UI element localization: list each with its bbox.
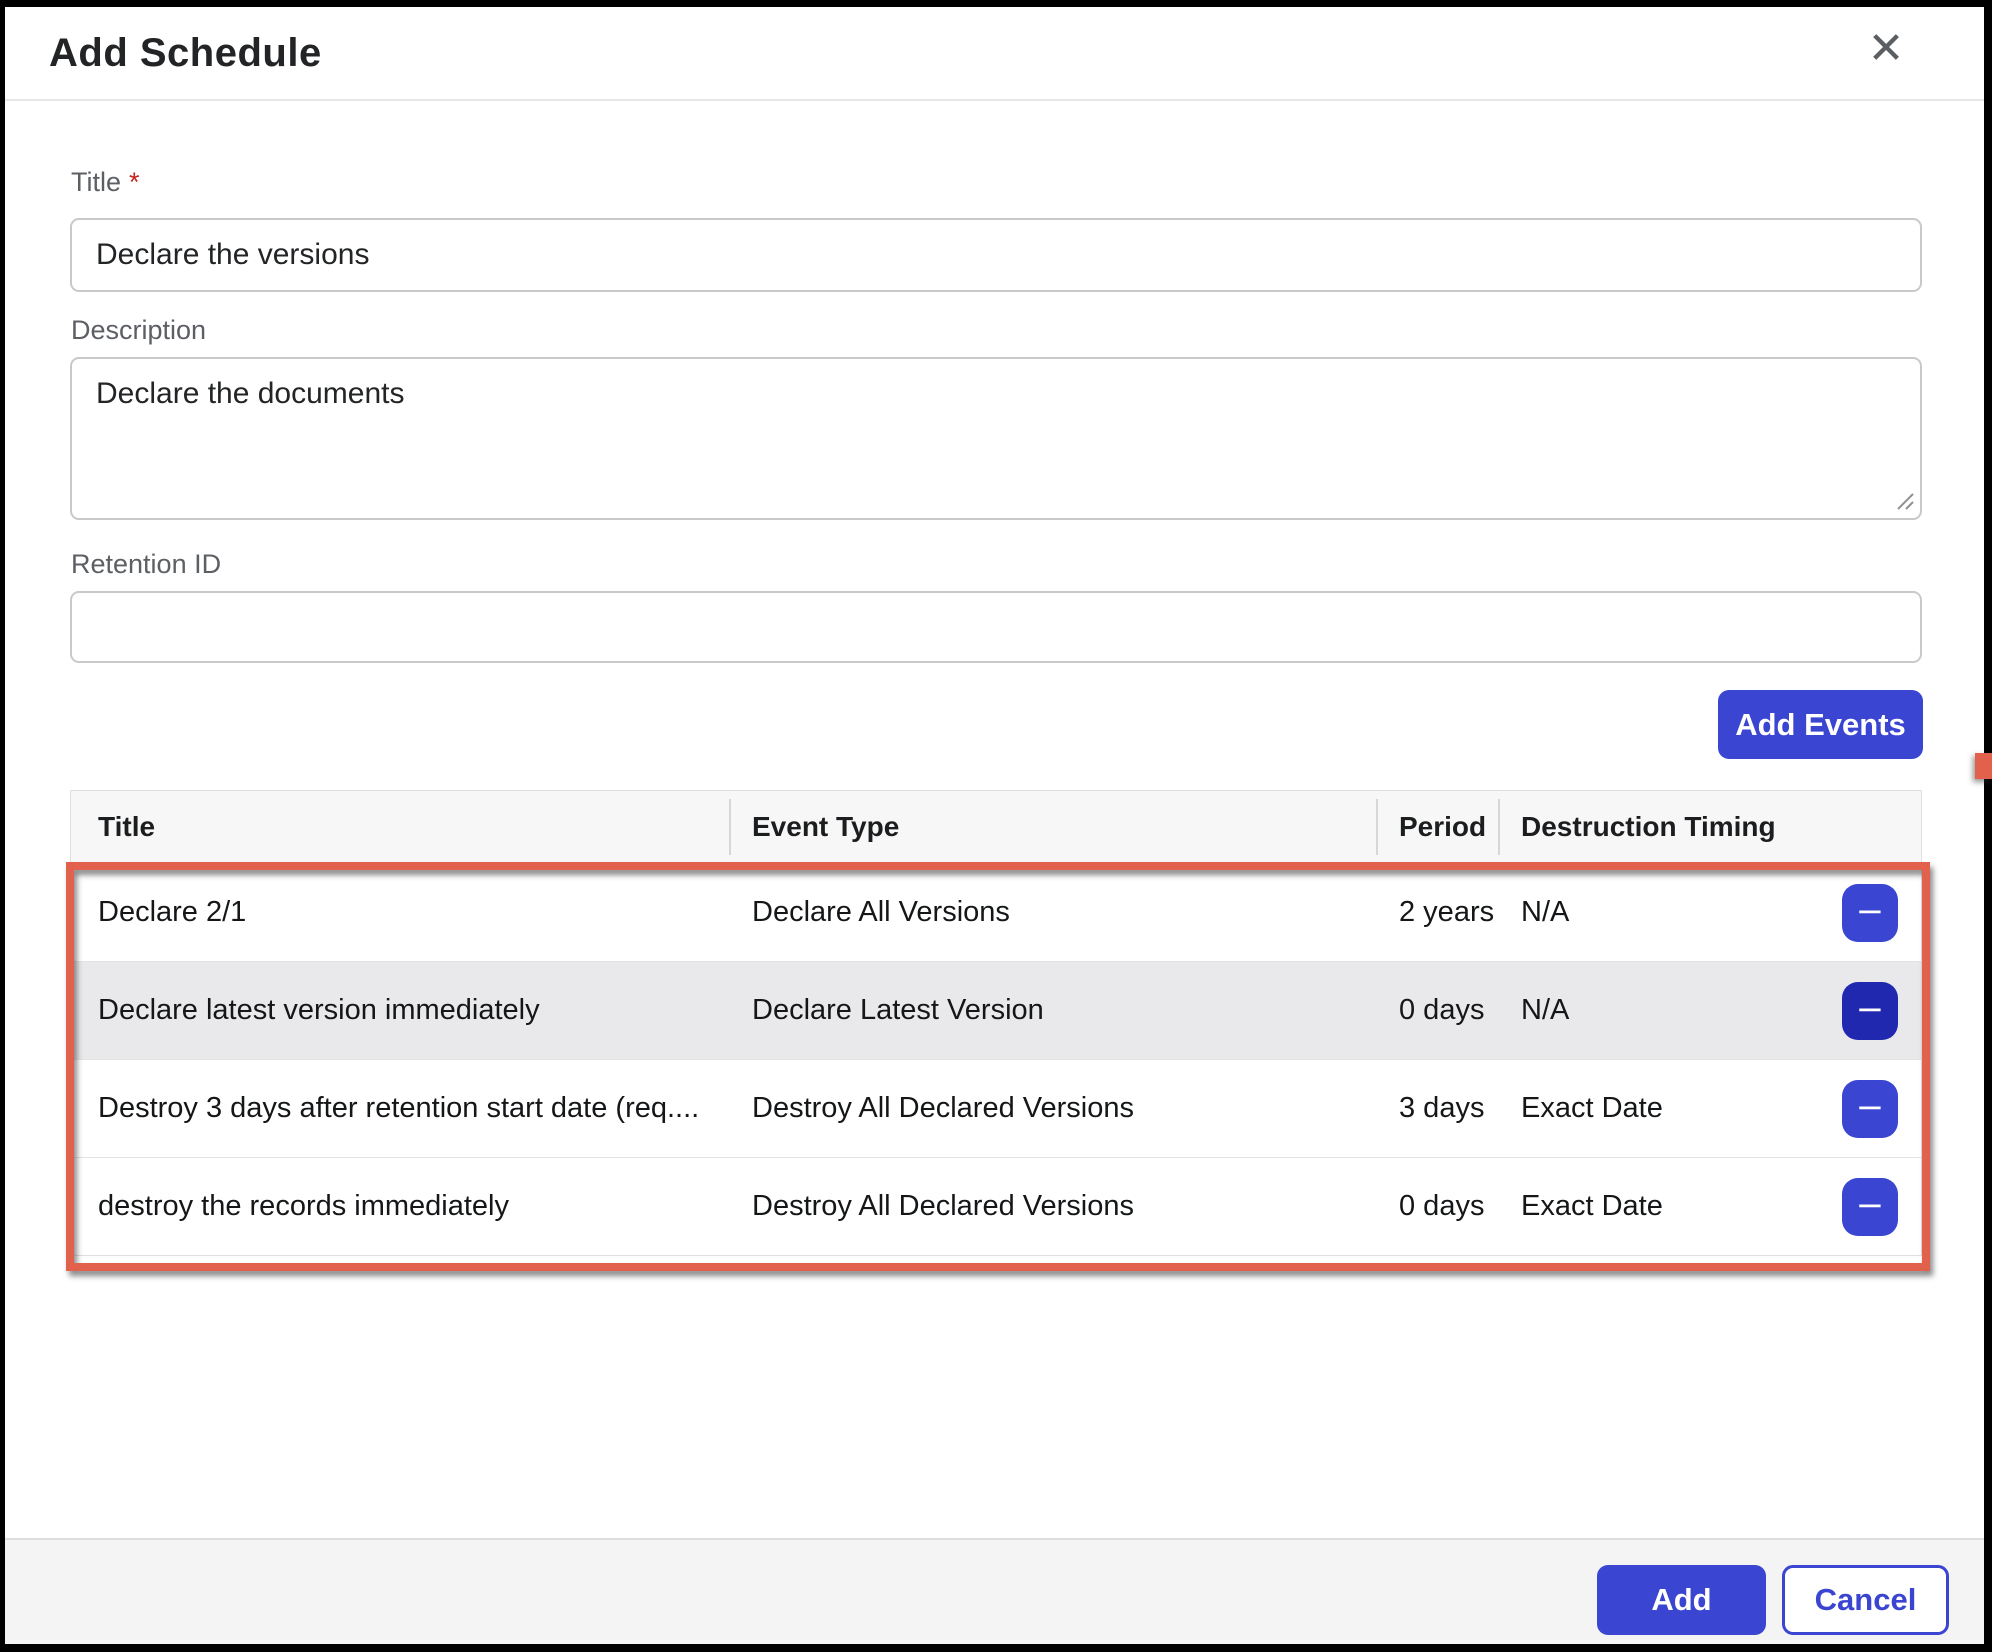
- remove-event-button[interactable]: −: [1842, 1178, 1898, 1236]
- event-period-cell: 0 days: [1376, 994, 1498, 1027]
- table-row: destroy the records immediately Destroy …: [71, 1157, 1921, 1255]
- event-period-cell: 3 days: [1376, 1092, 1498, 1125]
- event-title-cell: Destroy 3 days after retention start dat…: [71, 1092, 729, 1125]
- events-table: Title Event Type Period Destruction Timi…: [70, 790, 1922, 1256]
- description-textarea[interactable]: Declare the documents: [70, 357, 1922, 520]
- title-input[interactable]: [70, 218, 1922, 292]
- retention-id-input[interactable]: [70, 591, 1922, 663]
- event-period-cell: 2 years: [1376, 896, 1498, 929]
- modal-footer: Add Cancel: [5, 1538, 1984, 1644]
- event-title-cell: Declare latest version immediately: [71, 994, 729, 1027]
- remove-event-button[interactable]: −: [1842, 1080, 1898, 1138]
- event-type-cell: Destroy All Declared Versions: [729, 1190, 1376, 1223]
- title-field-label: Title *: [71, 167, 140, 198]
- required-asterisk: *: [129, 167, 140, 197]
- close-icon[interactable]: ✕: [1858, 21, 1914, 77]
- column-header-destruction-timing: Destruction Timing: [1498, 811, 1921, 843]
- event-type-cell: Declare Latest Version: [729, 994, 1376, 1027]
- remove-event-button[interactable]: −: [1842, 982, 1898, 1040]
- title-label-text: Title: [71, 167, 121, 197]
- event-title-cell: destroy the records immediately: [71, 1190, 729, 1223]
- column-header-title: Title: [71, 811, 729, 843]
- add-button[interactable]: Add: [1597, 1565, 1766, 1635]
- event-period-cell: 0 days: [1376, 1190, 1498, 1223]
- modal-title: Add Schedule: [49, 31, 322, 76]
- cancel-button[interactable]: Cancel: [1782, 1565, 1949, 1635]
- minus-icon: −: [1856, 992, 1885, 1026]
- add-events-button[interactable]: Add Events: [1718, 690, 1923, 759]
- events-table-body: Declare 2/1 Declare All Versions 2 years…: [71, 863, 1921, 1255]
- table-row: Declare 2/1 Declare All Versions 2 years…: [71, 863, 1921, 961]
- retention-field-label: Retention ID: [71, 549, 221, 580]
- events-table-header: Title Event Type Period Destruction Timi…: [71, 791, 1921, 863]
- event-type-cell: Destroy All Declared Versions: [729, 1092, 1376, 1125]
- column-header-period: Period: [1376, 811, 1498, 843]
- table-row: Destroy 3 days after retention start dat…: [71, 1059, 1921, 1157]
- event-type-cell: Declare All Versions: [729, 896, 1376, 929]
- minus-icon: −: [1856, 1090, 1885, 1124]
- column-header-event-type: Event Type: [729, 811, 1376, 843]
- minus-icon: −: [1856, 1188, 1885, 1222]
- table-row: Declare latest version immediately Decla…: [71, 961, 1921, 1059]
- minus-icon: −: [1856, 894, 1885, 928]
- description-field-label: Description: [71, 315, 206, 346]
- add-schedule-modal: Add Schedule ✕ Title * Description Declar…: [5, 7, 1984, 1644]
- event-title-cell: Declare 2/1: [71, 896, 729, 929]
- modal-header: Add Schedule ✕: [5, 7, 1984, 101]
- remove-event-button[interactable]: −: [1842, 884, 1898, 942]
